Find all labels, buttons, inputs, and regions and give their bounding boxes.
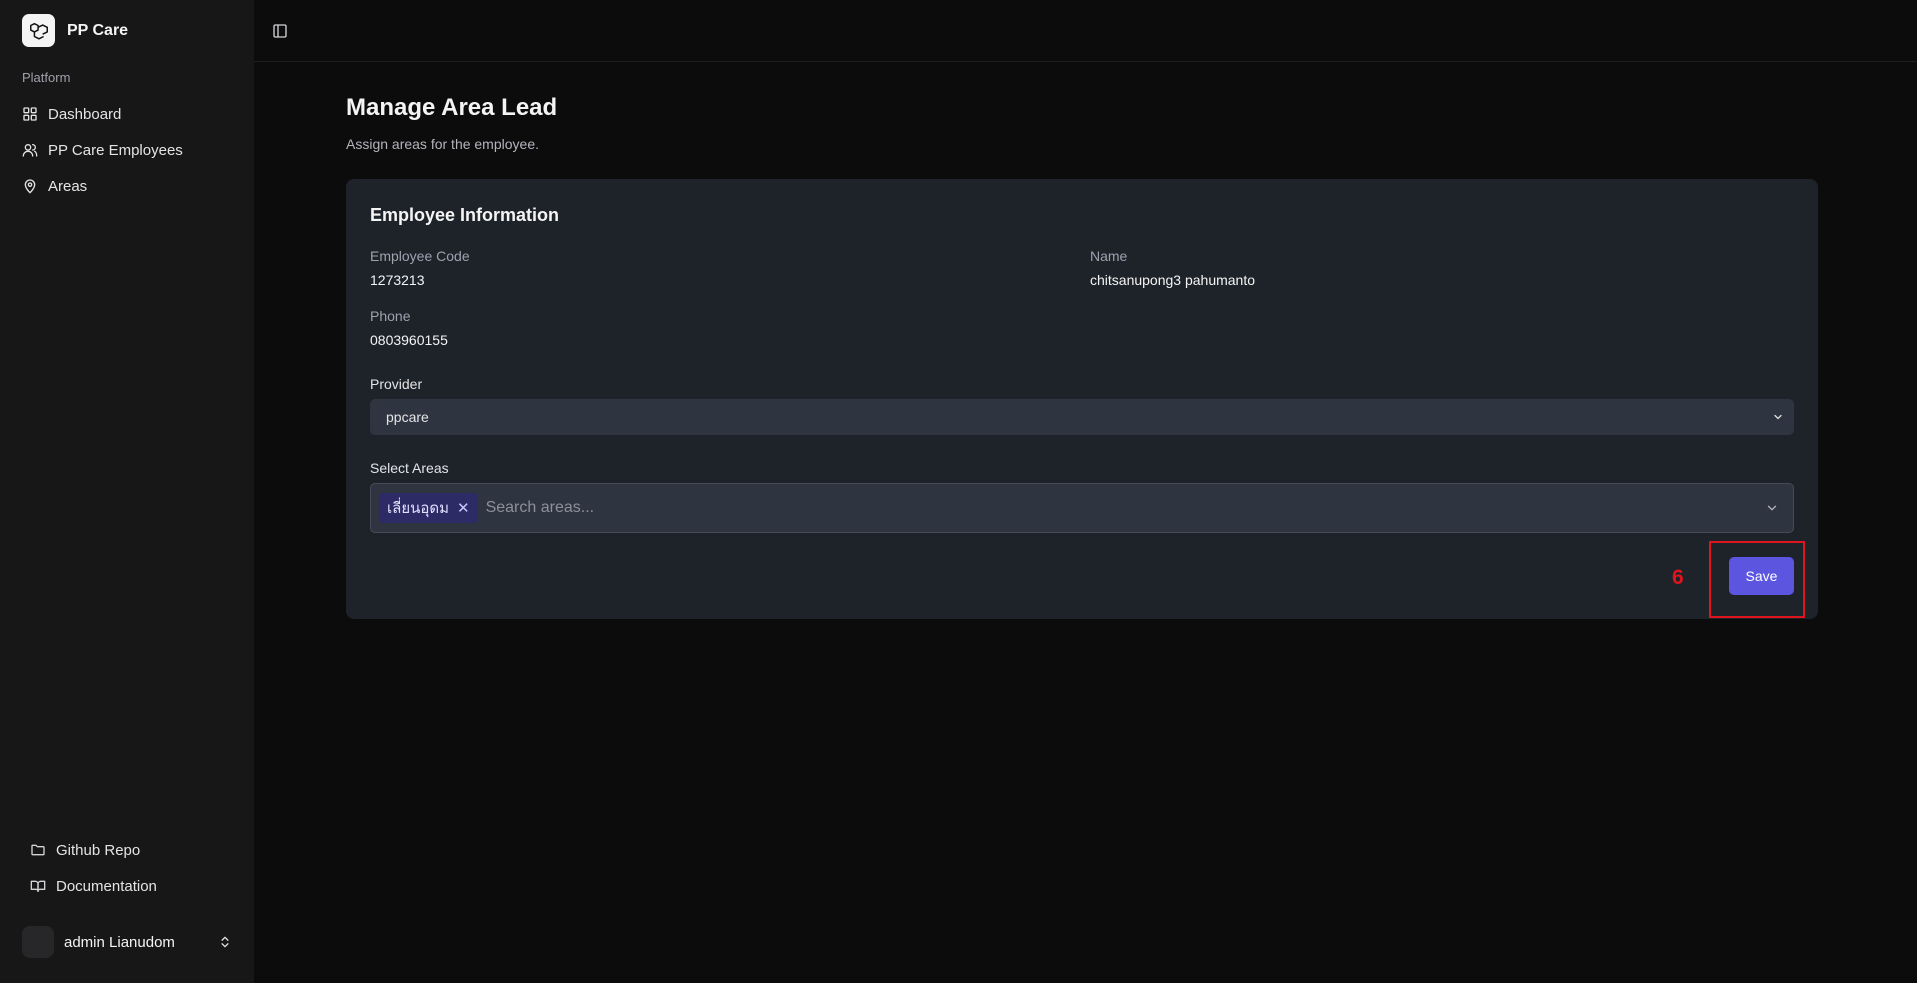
area-tag: เลี่ยนอุดม ✕ xyxy=(379,493,478,523)
chevron-down-icon xyxy=(1774,414,1782,420)
page-subtitle: Assign areas for the employee. xyxy=(346,136,539,152)
sidebar-item-label: Areas xyxy=(48,177,88,195)
sidebar-item-label: Dashboard xyxy=(48,105,122,123)
main-content: Manage Area Lead Assign areas for the em… xyxy=(254,0,1917,975)
provider-selected-value: ppcare xyxy=(386,409,429,425)
sidebar-item-github-repo[interactable]: Github Repo xyxy=(22,832,240,868)
sidebar: PP Care Platform Dashboard PP Care Emplo… xyxy=(0,0,254,983)
annotation-highlight-box xyxy=(1709,541,1805,618)
sidebar-item-dashboard[interactable]: Dashboard xyxy=(14,96,240,132)
chevron-down-icon[interactable] xyxy=(1765,501,1779,515)
user-name: admin Lianudom xyxy=(64,933,175,951)
top-bar xyxy=(254,0,1917,62)
areas-label: Select Areas xyxy=(370,460,449,476)
main-nav: Dashboard PP Care Employees Areas xyxy=(14,96,240,204)
grid-icon xyxy=(23,107,37,121)
name-value: chitsanupong3 pahumanto xyxy=(1090,272,1256,288)
sidebar-item-label: Documentation xyxy=(56,877,157,895)
employee-info-card: Employee Information Employee Code 12732… xyxy=(346,179,1818,619)
book-icon xyxy=(30,880,46,892)
sidebar-item-label: PP Care Employees xyxy=(48,141,183,159)
employee-code-label: Employee Code xyxy=(370,248,470,264)
card-title: Employee Information xyxy=(370,205,560,225)
areas-multiselect[interactable]: เลี่ยนอุดม ✕ xyxy=(370,483,1794,533)
sidebar-item-areas[interactable]: Areas xyxy=(14,168,240,204)
folder-icon xyxy=(31,844,45,856)
annotation-number: 6 xyxy=(1672,566,1684,589)
app-logo-icon xyxy=(22,14,55,47)
chevrons-up-down-icon xyxy=(221,936,229,948)
sidebar-item-employees[interactable]: PP Care Employees xyxy=(14,132,240,168)
page-title: Manage Area Lead xyxy=(346,94,558,121)
user-menu[interactable]: admin Lianudom xyxy=(22,926,232,958)
app-name: PP Care xyxy=(67,21,129,39)
nav-section-label: Platform xyxy=(22,70,71,85)
sidebar-item-documentation[interactable]: Documentation xyxy=(22,868,240,904)
phone-label: Phone xyxy=(370,308,411,324)
area-tag-label: เลี่ยนอุดม xyxy=(387,500,449,517)
employee-code-value: 1273213 xyxy=(370,272,425,288)
avatar xyxy=(22,926,54,958)
name-label: Name xyxy=(1090,248,1128,264)
brand[interactable]: PP Care xyxy=(22,14,128,47)
areas-search-input[interactable] xyxy=(485,499,1757,517)
phone-value: 0803960155 xyxy=(370,332,448,348)
provider-select[interactable]: ppcare xyxy=(370,399,1794,435)
sidebar-item-label: Github Repo xyxy=(56,841,141,859)
secondary-nav: Github Repo Documentation xyxy=(22,832,240,904)
map-pin-icon xyxy=(24,179,36,194)
provider-label: Provider xyxy=(370,376,423,392)
users-icon xyxy=(22,144,38,157)
sidebar-toggle-icon[interactable] xyxy=(272,23,288,39)
remove-tag-icon[interactable]: ✕ xyxy=(457,499,470,517)
